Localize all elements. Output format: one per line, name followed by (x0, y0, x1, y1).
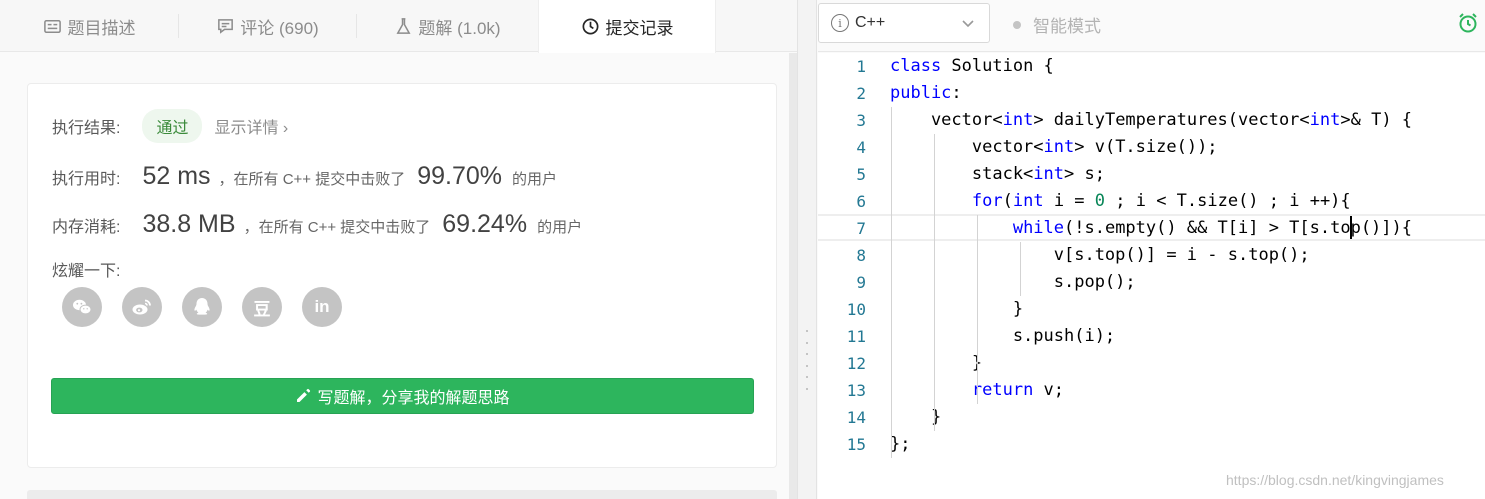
share-label: 炫耀一下: (52, 263, 121, 280)
code-line: while(!s.empty() && T[i] > T[s.top()]){ (1012, 218, 1413, 238)
runtime-suffix: 的用户 (512, 171, 558, 188)
tab-solutions-label: 题解 (1.0k) (418, 18, 501, 38)
code-line: return v; (971, 380, 1065, 400)
chevron-down-icon (962, 20, 974, 28)
code-editor[interactable]: 1 2 3 4 5 6 7 8 9 10 11 12 13 14 15 class Solution { p… (818, 53, 1485, 499)
code-line: public: (890, 83, 962, 103)
runtime-value: 52 ms (142, 162, 211, 190)
line-number: 13 (846, 381, 866, 400)
line-number: 14 (846, 408, 866, 427)
tab-description[interactable]: 题目描述 (0, 0, 178, 52)
line-number: 4 (856, 138, 866, 157)
code-line: class Solution { (890, 56, 1054, 76)
pencil-icon (297, 388, 311, 402)
code-line: s.pop(); (890, 272, 1136, 292)
exec-result-row: 执行结果: 通过 显示详情 › (52, 109, 288, 143)
next-card-edge (27, 490, 777, 499)
indent-guide (1020, 242, 1021, 296)
memory-suffix: 的用户 (537, 219, 583, 236)
result-card: 执行结果: 通过 显示详情 › 执行用时: 52 ms ，在所有 C++ 提交中… (27, 83, 777, 468)
clock-icon (581, 17, 601, 37)
runtime-text: ，在所有 C++ 提交中击败了 (218, 171, 406, 188)
code-line: stack<int> s; (890, 164, 1105, 184)
exec-result-label: 执行结果: (52, 120, 121, 137)
language-value: C++ (855, 14, 886, 31)
tab-comments-label: 评论 (690) (240, 18, 319, 38)
line-number: 1 (856, 57, 866, 76)
tab-submissions-label: 提交记录 (605, 19, 674, 38)
indent-guide (977, 215, 978, 404)
wechat-icon[interactable] (62, 287, 102, 327)
code-line: vector<int> v(T.size()); (890, 137, 1218, 157)
write-solution-button[interactable]: 写题解，分享我的解题思路 (51, 378, 754, 414)
qq-icon[interactable] (182, 287, 222, 327)
indent-guide (934, 134, 935, 431)
line-number: 10 (846, 300, 866, 319)
language-select[interactable]: i C++ (818, 3, 990, 43)
line-number: 7 (856, 219, 866, 238)
drag-handle-icon (806, 330, 808, 390)
runtime-percentile: 99.70% (417, 162, 503, 190)
editor-toolbar: i C++ 智能模式 (818, 0, 1485, 52)
code-line: v[s.top()] = i - s.top(); (890, 245, 1310, 265)
submission-result-pane: 执行结果: 通过 显示详情 › 执行用时: 52 ms ，在所有 C++ 提交中… (0, 53, 797, 499)
problem-tab-bar: 题目描述 评论 (690) 题解 (1.0k) 提交记录 (0, 0, 797, 53)
text-cursor (1350, 216, 1352, 239)
line-number: 5 (856, 165, 866, 184)
flask-icon (393, 16, 413, 36)
left-scrollbar[interactable] (789, 53, 797, 499)
indent-guide (891, 107, 892, 458)
memory-label: 内存消耗: (52, 219, 121, 236)
line-number: 8 (856, 246, 866, 265)
memory-percentile: 69.24% (442, 210, 528, 238)
code-line: } (890, 299, 1024, 319)
douban-icon[interactable]: 豆 (242, 287, 282, 327)
status-badge: 通过 (142, 109, 203, 143)
line-number: 12 (846, 354, 866, 373)
line-number-gutter: 1 2 3 4 5 6 7 8 9 10 11 12 13 14 15 (818, 53, 874, 458)
info-icon: i (831, 14, 849, 32)
code-line: s.push(i); (890, 326, 1116, 346)
weibo-icon[interactable] (122, 287, 162, 327)
code-line: vector<int> dailyTemperatures(vector<int… (890, 110, 1413, 130)
runtime-row: 执行用时: 52 ms ，在所有 C++ 提交中击败了 99.70% 的用户 (52, 162, 557, 191)
show-details-link[interactable]: 显示详情 › (214, 114, 288, 138)
tab-solutions[interactable]: 题解 (1.0k) (356, 0, 538, 52)
code-lines: class Solution { public: vector<int> dai… (890, 53, 1485, 458)
share-buttons: 豆 in (62, 287, 362, 327)
line-number: 2 (856, 84, 866, 103)
line-number: 6 (856, 192, 866, 211)
tab-description-label: 题目描述 (67, 18, 136, 38)
code-line: for(int i = 0 ; i < T.size() ; i ++){ (971, 191, 1351, 211)
linkedin-icon[interactable]: in (302, 287, 342, 327)
smart-mode-label: 智能模式 (1033, 17, 1101, 36)
line-number: 11 (846, 327, 866, 346)
share-label-row: 炫耀一下: (52, 257, 120, 281)
watermark-text: https://blog.csdn.net/kingvingjames (1226, 472, 1444, 488)
memory-row: 内存消耗: 38.8 MB ，在所有 C++ 提交中击败了 69.24% 的用户 (52, 210, 582, 239)
code-line: } (890, 407, 942, 427)
tab-comments[interactable]: 评论 (690) (178, 0, 356, 52)
write-solution-label: 写题解，分享我的解题思路 (317, 390, 510, 407)
code-line: }; (890, 434, 911, 454)
runtime-label: 执行用时: (52, 171, 121, 188)
smart-mode-dot (1013, 20, 1021, 29)
tab-submissions[interactable]: 提交记录 (538, 0, 716, 53)
pane-splitter[interactable] (797, 0, 817, 499)
line-number: 9 (856, 273, 866, 292)
line-number: 3 (856, 111, 866, 130)
description-icon (43, 16, 63, 36)
memory-text: ，在所有 C++ 提交中击败了 (243, 219, 431, 236)
code-line: } (890, 353, 983, 373)
alarm-clock-icon[interactable] (1457, 12, 1479, 34)
line-number: 15 (846, 435, 866, 454)
smart-mode-toggle[interactable]: 智能模式 (1013, 12, 1101, 37)
memory-value: 38.8 MB (142, 210, 236, 238)
comment-icon (215, 16, 235, 36)
